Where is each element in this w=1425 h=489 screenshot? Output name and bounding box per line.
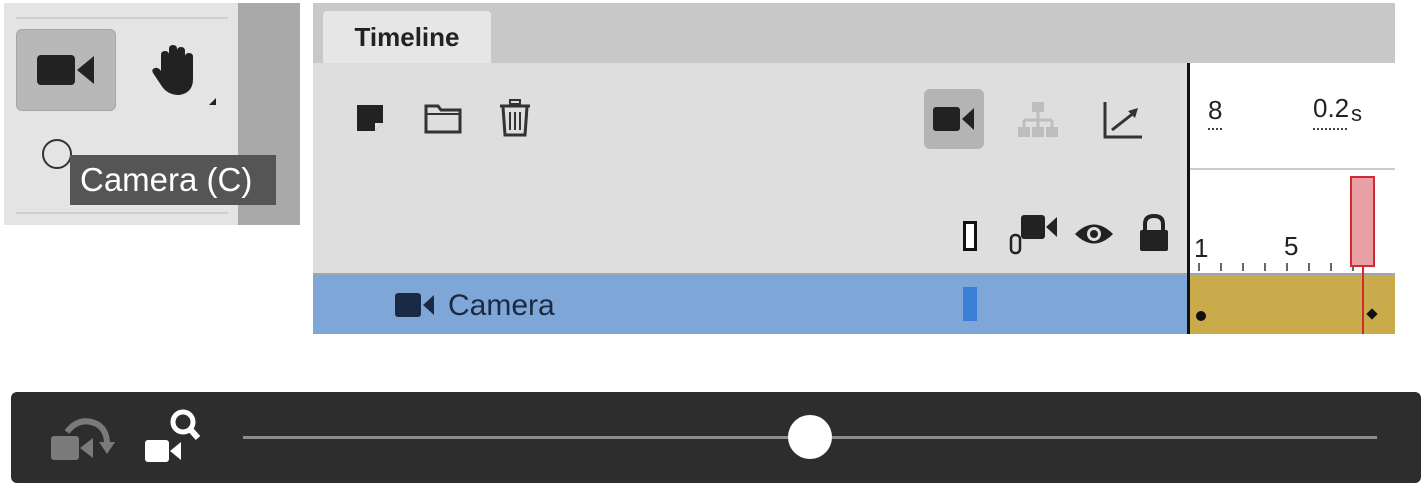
camera-icon <box>37 55 94 85</box>
new-layer-icon <box>357 105 383 131</box>
time-label: 0.2 <box>1313 93 1350 123</box>
delete-layer-button[interactable] <box>490 93 540 143</box>
keyframe-end-marker[interactable] <box>1366 308 1378 320</box>
lock-column[interactable] <box>1137 213 1171 258</box>
tab-timeline[interactable]: Timeline <box>323 11 491 63</box>
camera-attach-icon <box>1009 215 1057 255</box>
trash-icon <box>500 99 530 137</box>
frame-ticks <box>1198 263 1358 271</box>
folder-icon <box>424 104 462 134</box>
timeline-tab-bar: Timeline <box>313 3 1395 63</box>
hand-icon <box>152 45 193 95</box>
new-folder-button[interactable] <box>418 93 468 143</box>
layer-color-swatch[interactable] <box>963 287 977 321</box>
camera-zoom-button[interactable] <box>143 408 203 471</box>
eye-icon <box>1075 224 1113 244</box>
graph-icon <box>1103 102 1142 139</box>
circle-tool-button[interactable] <box>42 139 72 169</box>
camera-icon <box>933 107 974 131</box>
add-camera-button[interactable] <box>924 89 984 149</box>
tools-separator <box>16 17 228 19</box>
layer-name[interactable]: Camera <box>448 289 555 323</box>
camera-zoom-icon <box>145 409 201 462</box>
layer-color-column-icon[interactable] <box>963 221 977 251</box>
camera-zoom-slider-thumb[interactable] <box>788 415 832 459</box>
layer-frames-separator <box>1187 63 1190 334</box>
camera-rotate-icon <box>51 418 115 460</box>
layer-row-camera[interactable]: Camera <box>313 275 1188 334</box>
playhead-line <box>1362 267 1364 334</box>
attach-camera-column[interactable] <box>1009 213 1059 262</box>
camera-icon <box>395 293 434 317</box>
layer-toolbar <box>313 63 1188 273</box>
hierarchy-icon <box>1018 102 1058 137</box>
time-unit-label: s <box>1351 101 1362 126</box>
keyframe-marker[interactable] <box>1196 311 1206 321</box>
visibility-column[interactable] <box>1073 221 1115 252</box>
lock-icon <box>1140 213 1168 251</box>
more-tools-indicator <box>209 98 216 105</box>
time-label-underline <box>1313 128 1347 130</box>
graph-editor-button[interactable] <box>1098 95 1148 145</box>
frame-number-label: 8 <box>1208 95 1223 125</box>
timeline-panel: Timeline 8 0.2 s 1 5 Camera <box>313 3 1395 334</box>
camera-tool-button[interactable] <box>16 29 116 111</box>
tools-panel: Camera (C) <box>4 3 300 225</box>
frame-tick-label-5: 5 <box>1284 231 1299 261</box>
tools-separator <box>16 212 228 214</box>
camera-controls-bar <box>11 392 1421 483</box>
new-layer-button[interactable] <box>345 93 395 143</box>
layer-parenting-button[interactable] <box>1013 95 1063 145</box>
hand-tool-button[interactable] <box>134 33 220 109</box>
frame-tick-label-1: 1 <box>1194 233 1209 263</box>
camera-tool-tooltip: Camera (C) <box>70 155 276 205</box>
playhead[interactable] <box>1350 176 1375 267</box>
ruler-divider <box>1190 168 1395 170</box>
camera-rotate-button[interactable] <box>49 414 115 471</box>
frame-number-underline <box>1208 128 1222 130</box>
